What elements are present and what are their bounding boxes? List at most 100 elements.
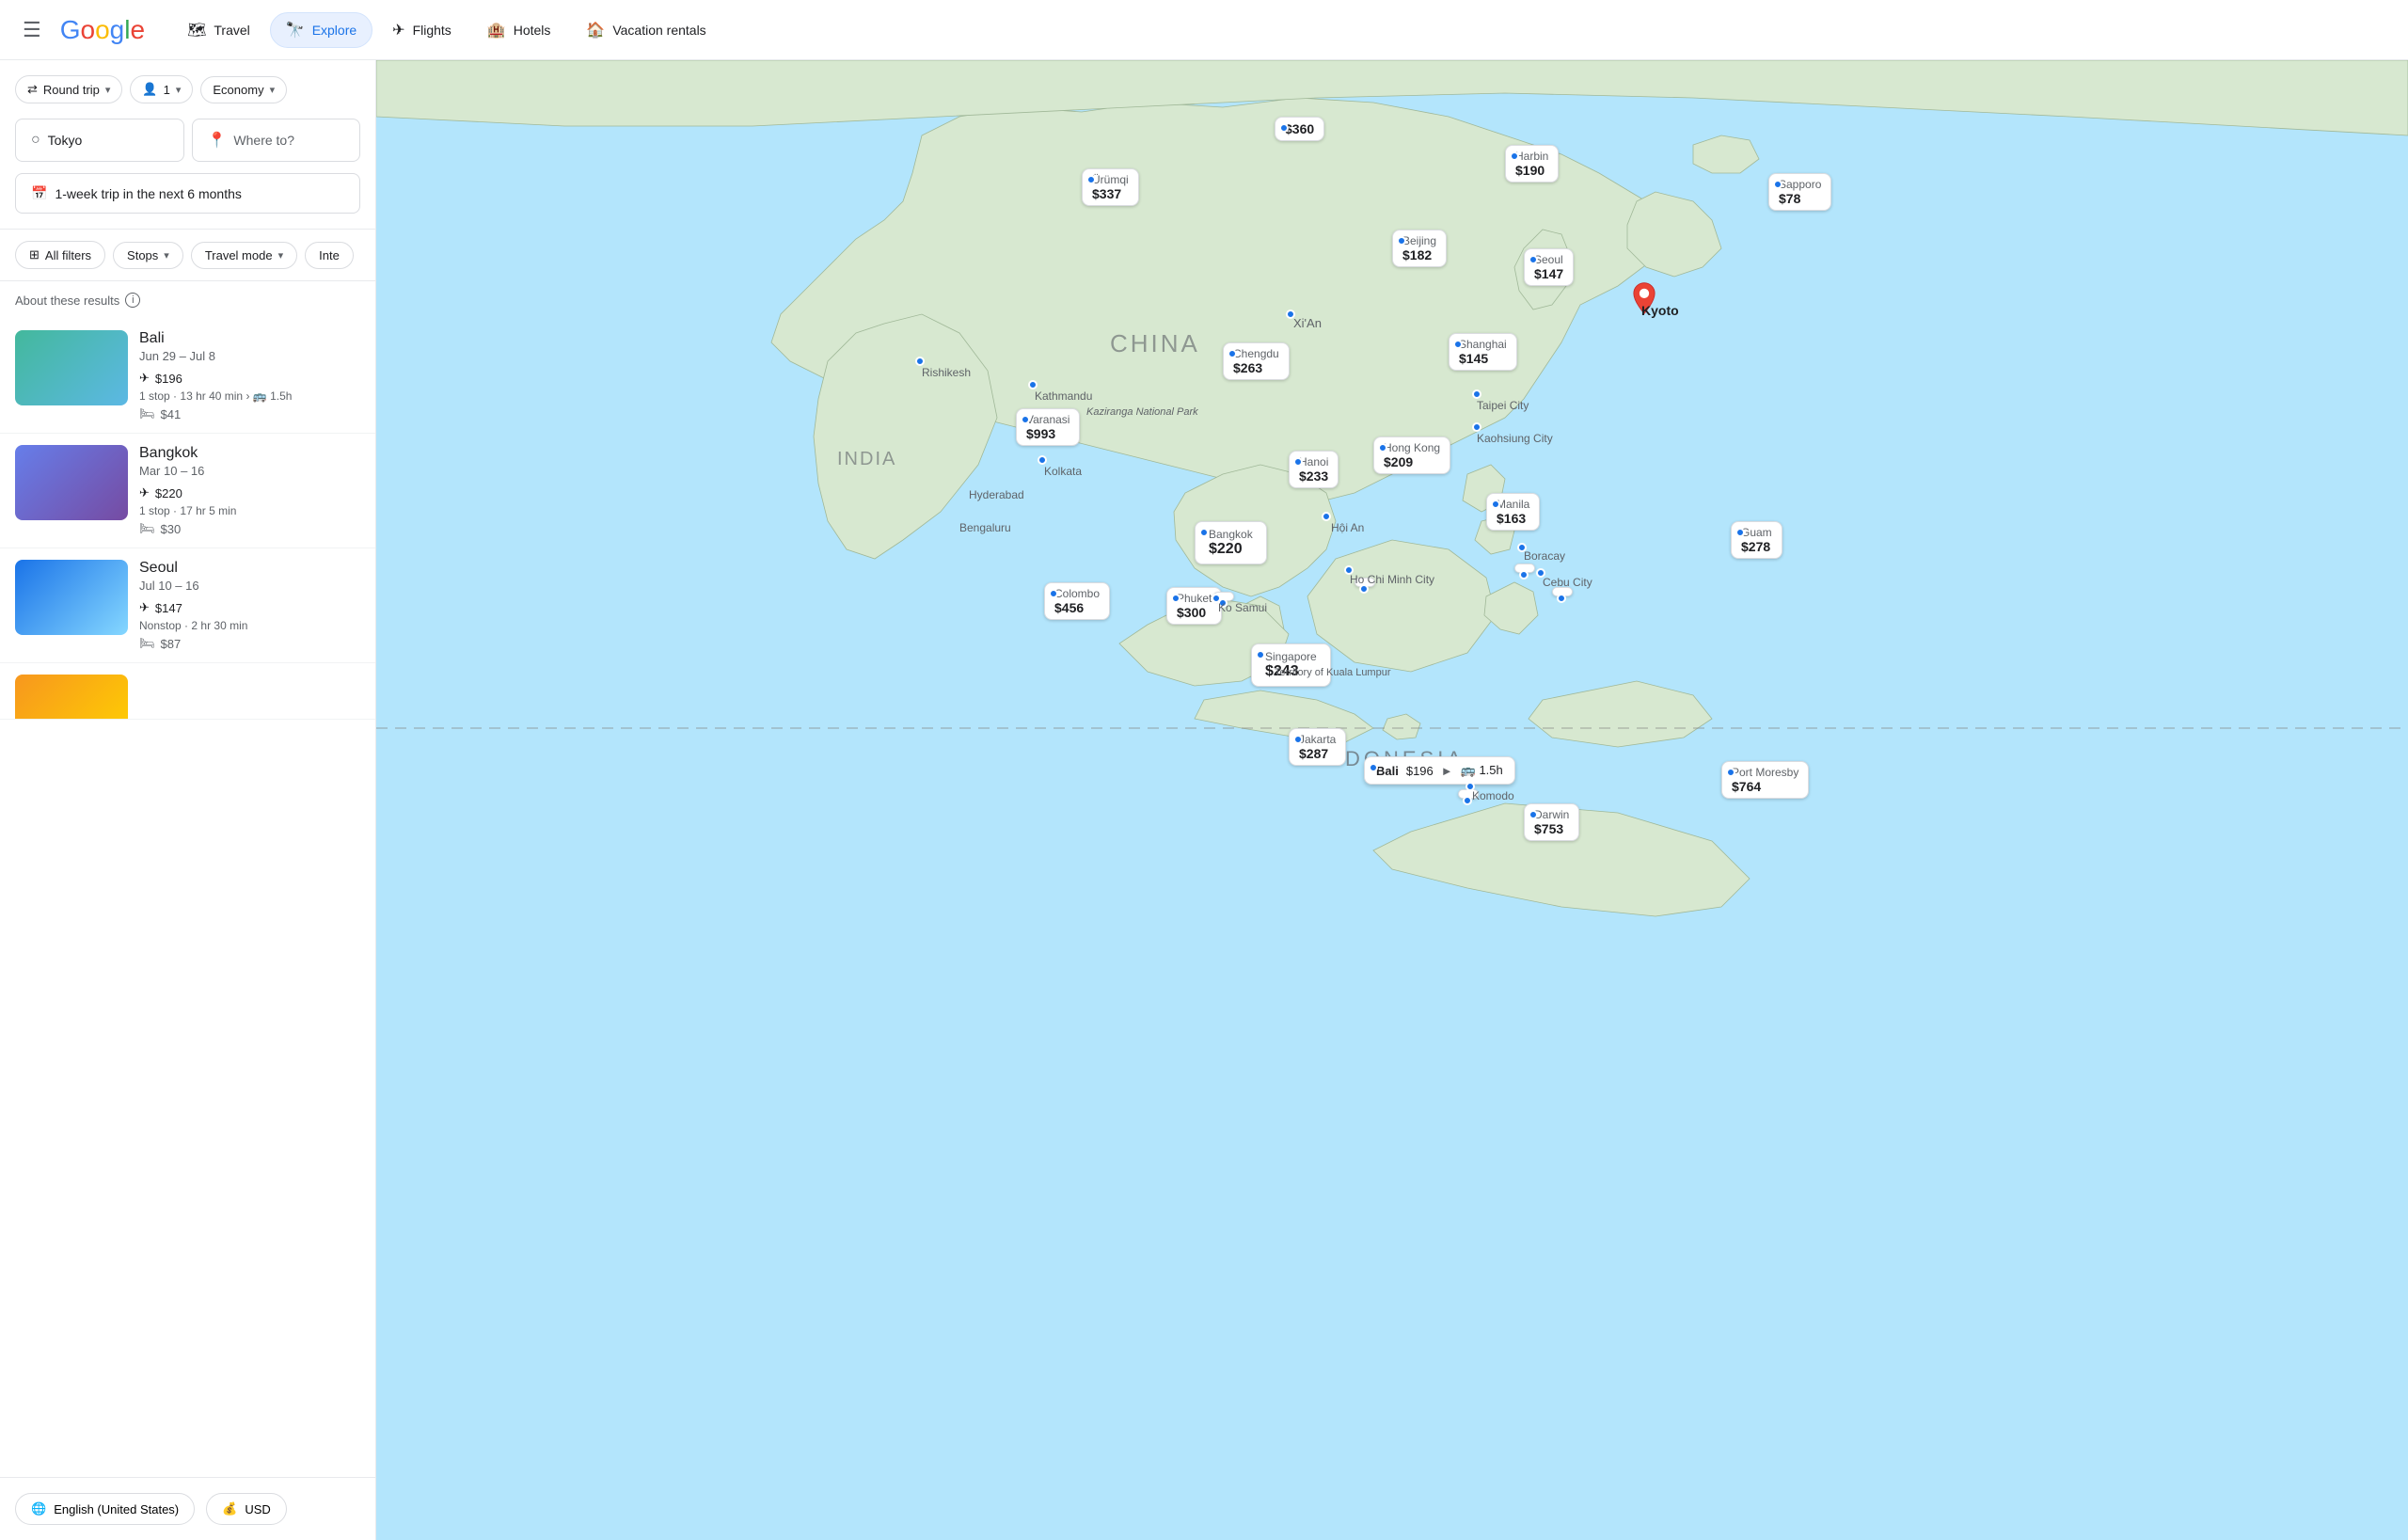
- info-icon[interactable]: i: [125, 293, 140, 308]
- seoul-image: [15, 560, 128, 635]
- rishikesh-dot: [915, 357, 925, 366]
- bangkok-hotel-info: 🛏 $30: [139, 521, 360, 536]
- tab-vacation[interactable]: 🏠 Vacation rentals: [570, 12, 721, 48]
- map-label-seoul[interactable]: Seoul$147: [1524, 248, 1574, 286]
- kaohsiung-dot: [1472, 422, 1481, 432]
- tab-travel-label: Travel: [214, 23, 249, 38]
- trip-type-button[interactable]: ⇄ Round trip ▾: [15, 75, 122, 103]
- map-label-harbin[interactable]: Harbin$190: [1505, 145, 1559, 183]
- bangkok-dates: Mar 10 – 16: [139, 464, 360, 478]
- bangkok-hotel-price: $30: [161, 522, 182, 536]
- flights-icon: ✈: [392, 21, 404, 40]
- hoian-label: Hội An: [1331, 521, 1364, 534]
- menu-icon[interactable]: ☰: [23, 18, 41, 42]
- date-range-value: 1-week trip in the next 6 months: [55, 186, 241, 201]
- map-background: INDONESIA CHINA INDIA: [376, 60, 2408, 1540]
- destination-card-bangkok[interactable]: Bangkok Mar 10 – 16 ✈ $220 1 stop · 17 h…: [0, 434, 375, 548]
- currency-icon: 💰: [222, 1501, 237, 1516]
- kl-label: Territory of Kuala Lumpur: [1275, 667, 1391, 678]
- tab-travel[interactable]: 🗺 Travel: [171, 12, 266, 48]
- rishikesh-label: Rishikesh: [922, 366, 971, 379]
- seoul-flight-info: ✈ $147: [139, 600, 360, 615]
- origin-value: Tokyo: [48, 133, 83, 148]
- destination-card-partial[interactable]: [0, 663, 375, 720]
- tab-explore-label: Explore: [312, 23, 356, 38]
- all-filters-button[interactable]: ⊞ All filters: [15, 241, 105, 269]
- tab-flights[interactable]: ✈ Flights: [376, 12, 467, 48]
- google-logo: Google: [60, 15, 145, 45]
- map-label-chengdu[interactable]: Chengdu$263: [1223, 342, 1290, 380]
- map-dot-guam: [1735, 528, 1745, 537]
- left-panel: ⇄ Round trip ▾ 👤 1 ▾ Economy ▾ ○: [0, 60, 376, 1540]
- map-dot-sapporo: [1773, 180, 1782, 189]
- passengers-button[interactable]: 👤 1 ▾: [130, 75, 193, 103]
- kaziranga-label: Kaziranga National Park: [1086, 406, 1198, 418]
- bali-dates: Jun 29 – Jul 8: [139, 349, 360, 363]
- language-button[interactable]: 🌐 English (United States): [15, 1493, 195, 1525]
- map-label-beijing[interactable]: Beijing$182: [1392, 230, 1447, 267]
- bali-image: [15, 330, 128, 405]
- destination-card-bali[interactable]: Bali Jun 29 – Jul 8 ✈ $196 1 stop · 13 h…: [0, 319, 375, 434]
- inte-filter-button[interactable]: Inte: [305, 242, 354, 269]
- map-label-sapporo[interactable]: Sapporo$78: [1768, 173, 1831, 211]
- transfer-icon: ⇄: [27, 82, 38, 97]
- map-label-shanghai[interactable]: Shanghai$145: [1449, 333, 1517, 371]
- map-label-jakarta[interactable]: Jakarta$287: [1289, 728, 1346, 766]
- taipei-label: Taipei City: [1477, 399, 1529, 412]
- tab-explore[interactable]: 🔭 Explore: [270, 12, 372, 48]
- stops-filter-button[interactable]: Stops ▾: [113, 242, 183, 269]
- filter-icon: ⊞: [29, 247, 40, 262]
- hotel-icon: 🛏: [139, 406, 155, 421]
- hotel-icon-2: 🛏: [139, 521, 155, 536]
- kathmandu-dot: [1028, 380, 1038, 389]
- hoian-dot: [1322, 512, 1331, 521]
- hotels-icon: 🏨: [487, 21, 506, 40]
- origin-input[interactable]: ○ Tokyo: [15, 119, 184, 162]
- travel-mode-chevron-icon: ▾: [278, 249, 284, 262]
- map-label-guam[interactable]: Guam$278: [1731, 521, 1782, 559]
- map-container[interactable]: INDONESIA CHINA INDIA Sapporo$78 Harbin$1…: [376, 60, 2408, 1540]
- destination-card-seoul[interactable]: Seoul Jul 10 – 16 ✈ $147 Nonstop · 2 hr …: [0, 548, 375, 663]
- map-label-portmoresby[interactable]: Port Moresby$764: [1721, 761, 1809, 799]
- bali-details: Bali Jun 29 – Jul 8 ✈ $196 1 stop · 13 h…: [139, 330, 360, 421]
- seoul-details: Seoul Jul 10 – 16 ✈ $147 Nonstop · 2 hr …: [139, 560, 360, 651]
- tab-flights-label: Flights: [413, 23, 452, 38]
- currency-button[interactable]: 💰 USD: [206, 1493, 287, 1525]
- map-label-hongkong[interactable]: Hong Kong$209: [1373, 437, 1450, 474]
- bali-city: Bali: [139, 330, 360, 347]
- map-label-hanoi[interactable]: Hanoi$233: [1289, 451, 1339, 488]
- bangkok-flight-info: ✈ $220: [139, 485, 360, 500]
- date-input[interactable]: 📅 1-week trip in the next 6 months: [15, 173, 360, 214]
- destination-input[interactable]: 📍 Where to?: [192, 119, 361, 162]
- travel-mode-filter-button[interactable]: Travel mode ▾: [191, 242, 297, 269]
- bangkok-flight-price: $220: [155, 486, 182, 500]
- map-dot-darwin: [1529, 810, 1538, 819]
- map-dot-cebu: [1557, 594, 1566, 603]
- explore-icon: 🔭: [286, 21, 305, 40]
- tab-hotels[interactable]: 🏨 Hotels: [471, 12, 567, 48]
- inte-label: Inte: [319, 248, 340, 262]
- origin-icon: ○: [31, 132, 40, 149]
- left-footer: 🌐 English (United States) 💰 USD: [0, 1477, 375, 1540]
- map-dot-round360: [1279, 123, 1289, 133]
- trip-type-label: Round trip: [43, 83, 100, 97]
- map-dot-hongkong: [1378, 443, 1387, 452]
- map-label-darwin[interactable]: Darwin$753: [1524, 803, 1579, 841]
- bangkok-image: [15, 445, 128, 520]
- bali-flight-details: 1 stop · 13 hr 40 min › 🚌 1.5h: [139, 389, 360, 403]
- main-container: ⇄ Round trip ▾ 👤 1 ▾ Economy ▾ ○: [0, 60, 2408, 1540]
- map-label-varanasi[interactable]: Varanasi$993: [1016, 408, 1080, 446]
- bali-flight-price: $196: [155, 372, 182, 386]
- map-dot-bali: [1369, 763, 1378, 772]
- bangkok-duration: 17 hr 5 min: [180, 504, 236, 517]
- map-label-urumqi[interactable]: Ürümqi$337: [1082, 168, 1139, 206]
- flight-icon-3: ✈: [139, 600, 150, 615]
- map-dot-seoul: [1529, 255, 1538, 264]
- map-label-bali[interactable]: Bali $196 ► 🚌 1.5h: [1364, 756, 1515, 785]
- map-dot-portmoresby: [1726, 768, 1735, 777]
- map-label-colombo[interactable]: Colombo$456: [1044, 582, 1110, 620]
- map-dot-jakarta: [1293, 735, 1303, 744]
- class-button[interactable]: Economy ▾: [200, 76, 287, 103]
- xian-dot: [1286, 310, 1295, 319]
- map-label-manila[interactable]: Manila$163: [1486, 493, 1540, 531]
